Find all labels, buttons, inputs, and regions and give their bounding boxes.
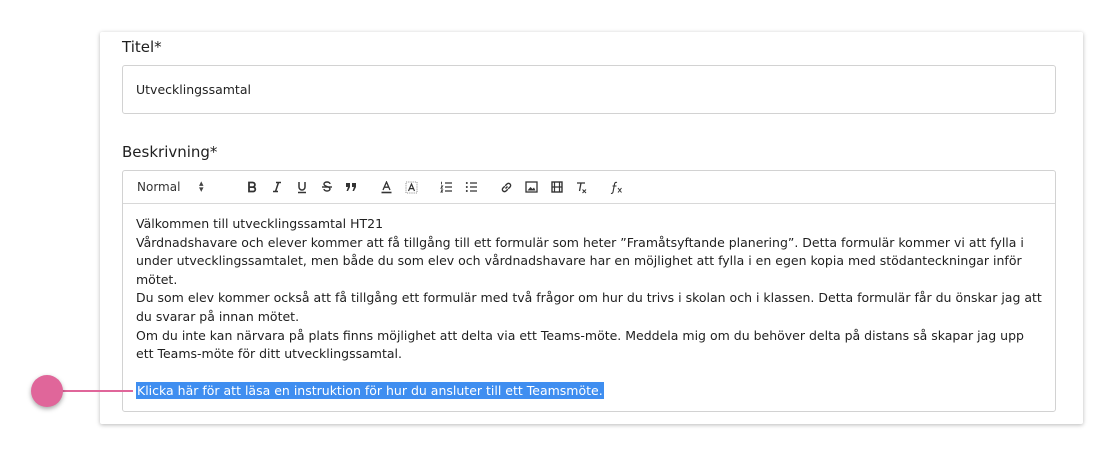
image-icon[interactable] — [519, 177, 544, 197]
italic-icon[interactable] — [264, 177, 289, 197]
underline-icon[interactable] — [289, 177, 314, 197]
content-line: Välkommen till utvecklingssamtal HT21 — [136, 216, 384, 231]
clear-format-icon[interactable] — [569, 177, 594, 197]
editor-toolbar: Normal ▴ ▾ — [123, 171, 1055, 204]
strikethrough-icon[interactable] — [314, 177, 339, 197]
text-color-icon[interactable] — [374, 177, 399, 197]
ordered-list-icon[interactable] — [434, 177, 459, 197]
title-input[interactable]: Utvecklingssamtal — [122, 65, 1056, 114]
link-icon[interactable] — [494, 177, 519, 197]
select-arrows-icon: ▴ ▾ — [199, 179, 204, 195]
rich-text-editor[interactable]: Normal ▴ ▾ Välkommen till utvecklingssam… — [122, 170, 1056, 412]
title-label: Titel* — [122, 38, 162, 56]
bullet-list-icon[interactable] — [459, 177, 484, 197]
content-line: Om du inte kan närvara på plats finns mö… — [136, 327, 1024, 362]
formula-icon[interactable] — [604, 177, 629, 197]
format-select[interactable]: Normal ▴ ▾ — [137, 177, 223, 197]
teams-instruction-link[interactable]: Klicka här för att läsa en instruktion f… — [136, 382, 604, 400]
title-input-value: Utvecklingssamtal — [136, 82, 251, 97]
content-line: Vårdnadshavare och elever kommer att få … — [136, 234, 1024, 287]
pointer-dot — [31, 375, 63, 407]
description-label: Beskrivning* — [122, 143, 218, 161]
content-line: Du som elev kommer också att få tillgång… — [136, 290, 1042, 324]
video-icon[interactable] — [544, 177, 569, 197]
pointer-line — [60, 390, 133, 392]
format-select-value: Normal — [137, 180, 181, 194]
editor-content[interactable]: Välkommen till utvecklingssamtal HT21 Vå… — [123, 204, 1055, 401]
background-color-icon[interactable] — [399, 177, 424, 197]
form-card: Titel* Utvecklingssamtal Beskrivning* No… — [100, 32, 1083, 424]
blockquote-icon[interactable] — [339, 177, 364, 197]
bold-icon[interactable] — [239, 177, 264, 197]
